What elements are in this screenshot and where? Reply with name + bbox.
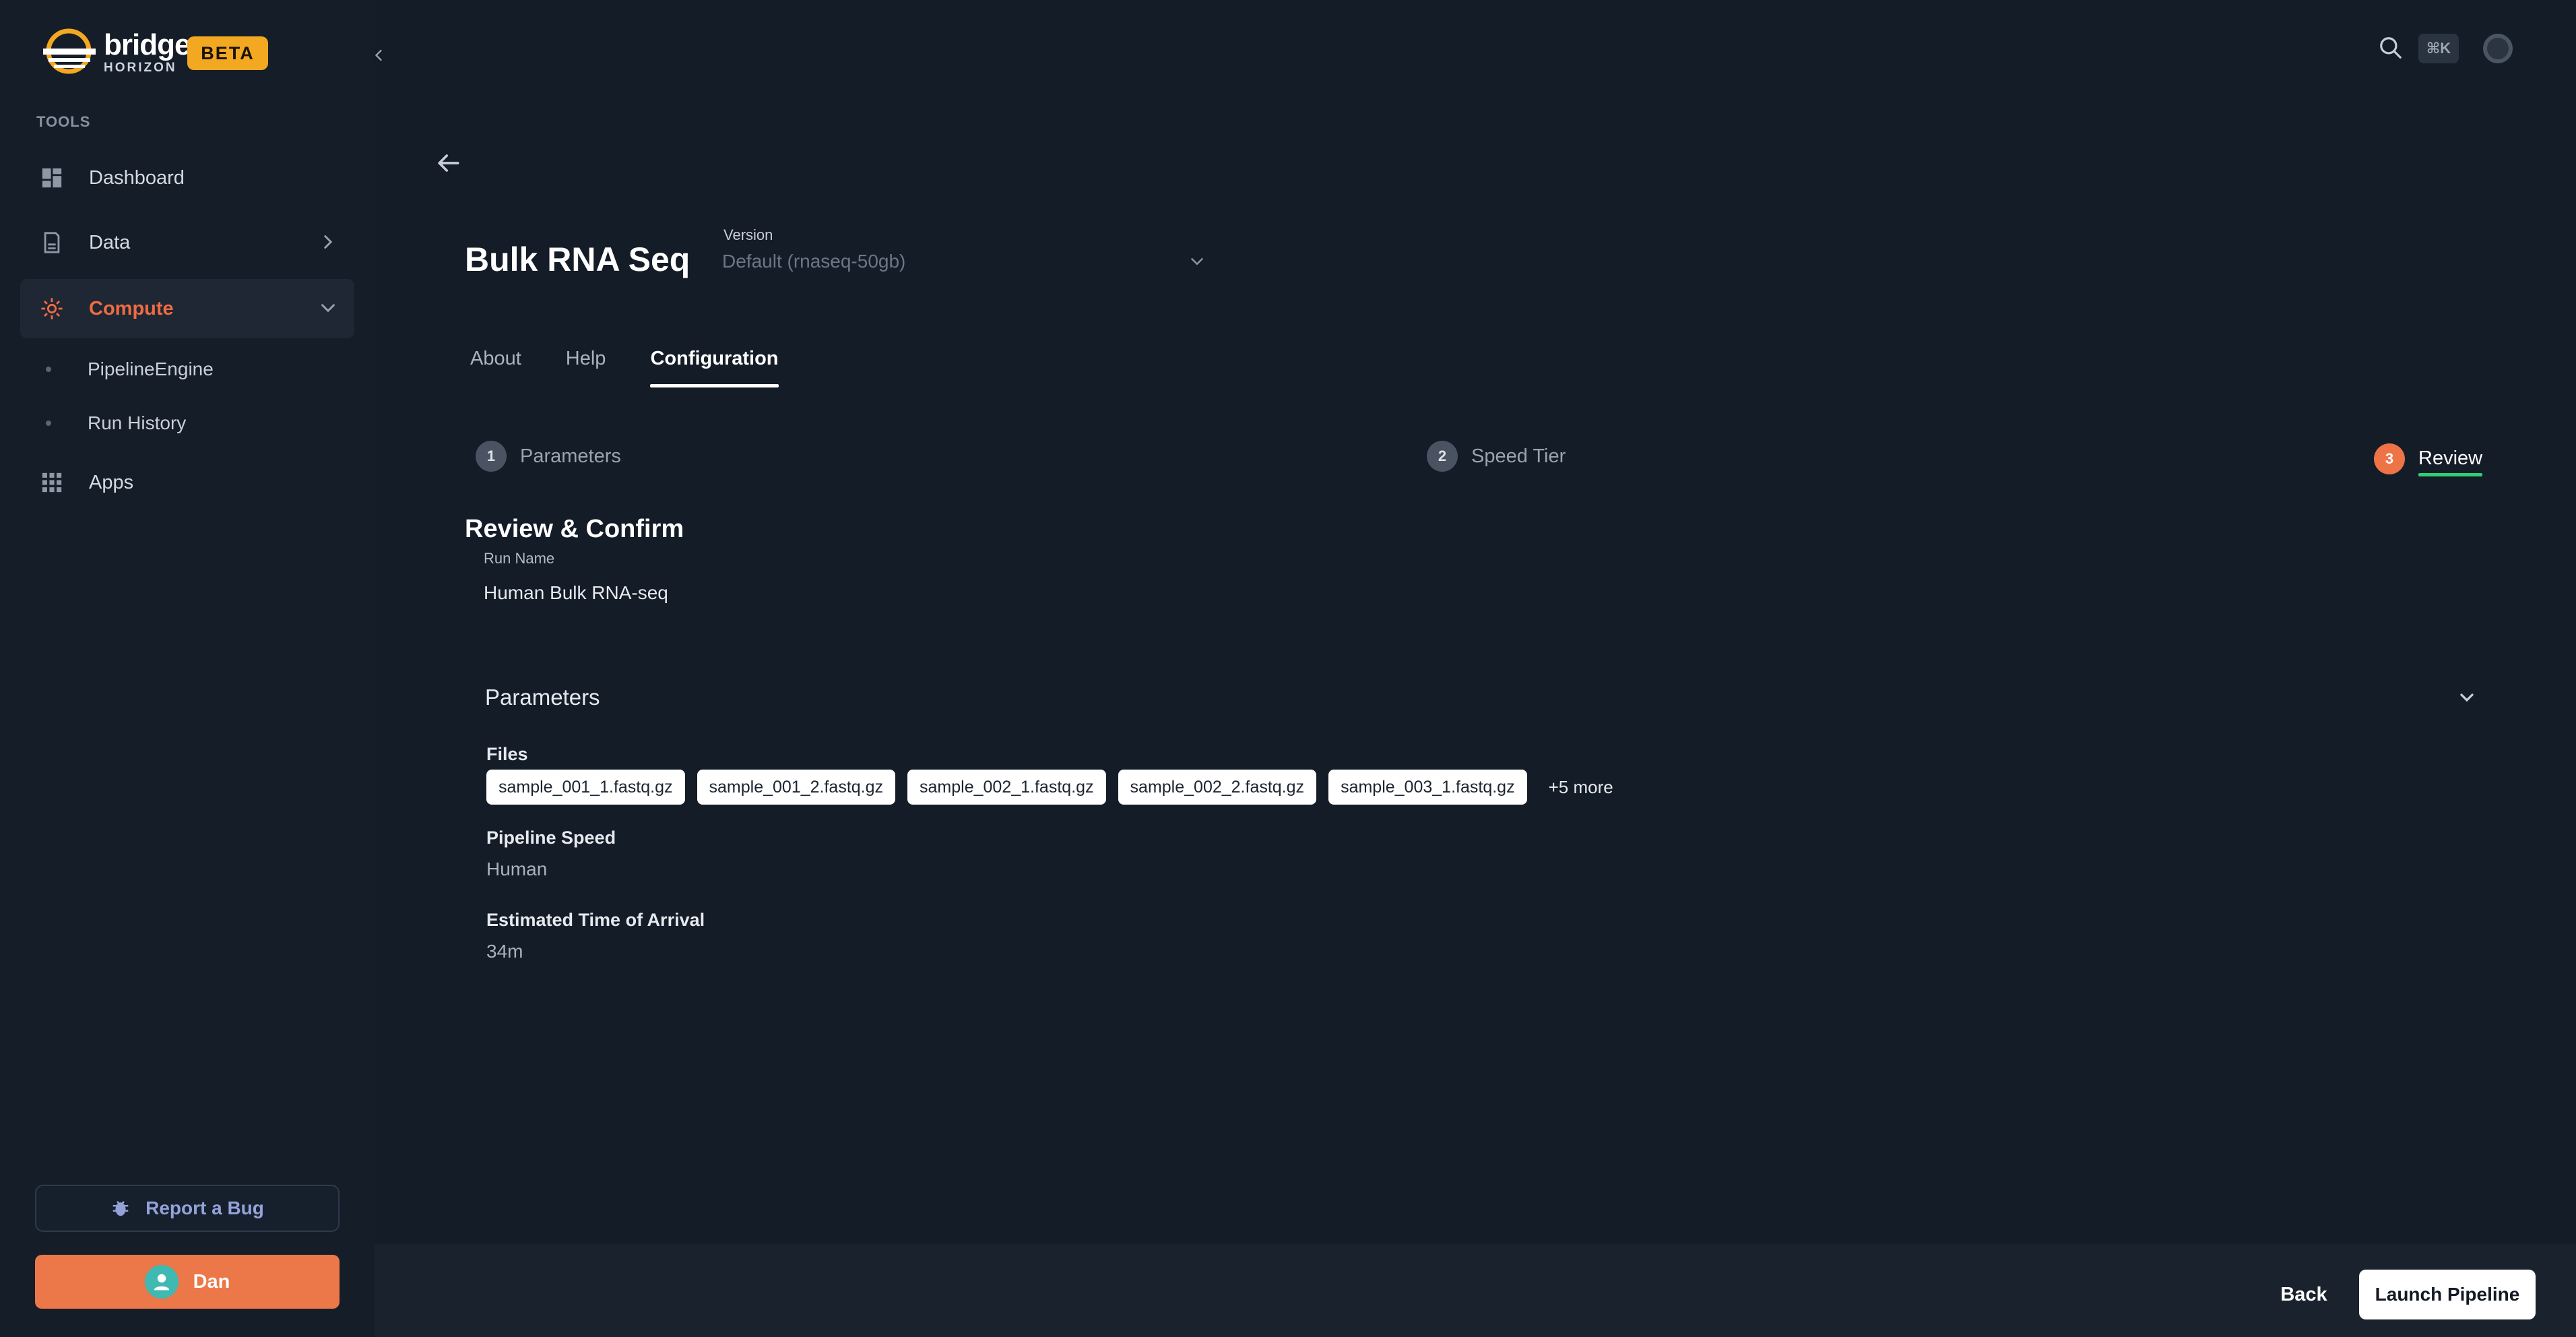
- sidebar-subitem-label: Run History: [88, 412, 187, 433]
- tab-about[interactable]: About: [470, 348, 521, 387]
- bullet-icon: [46, 421, 51, 426]
- files-label: Files: [486, 744, 528, 764]
- sidebar-item-dashboard[interactable]: Dashboard: [20, 148, 354, 208]
- run-name-value: Human Bulk RNA-seq: [484, 582, 668, 603]
- sidebar-item-label: Compute: [89, 297, 174, 319]
- tools-section-label: TOOLS: [36, 113, 91, 130]
- chevron-down-icon: [1187, 251, 1207, 272]
- logo[interactable]: bridge HORIZON: [39, 26, 191, 78]
- app-root: bridge HORIZON BETA TOOLS Dashboard Data: [0, 0, 2576, 1337]
- step-number: 2: [1427, 441, 1458, 472]
- brand-name: bridge: [104, 28, 191, 61]
- chevron-down-icon: [2456, 687, 2478, 708]
- bug-icon: [110, 1198, 131, 1218]
- gear-icon: [40, 297, 63, 320]
- file-chip: sample_002_2.fastq.gz: [1118, 770, 1317, 805]
- step-speed-tier[interactable]: 2 Speed Tier: [1427, 441, 1566, 472]
- step-number: 1: [476, 441, 507, 472]
- parameters-accordion-header[interactable]: Parameters: [485, 682, 2478, 713]
- parameters-title: Parameters: [485, 685, 600, 710]
- file-chip: sample_003_1.fastq.gz: [1328, 770, 1527, 805]
- sidebar-item-label: Data: [89, 231, 131, 253]
- tab-bar: About Help Configuration: [470, 348, 823, 387]
- user-menu-button[interactable]: Dan: [35, 1255, 340, 1309]
- sidebar-item-compute[interactable]: Compute: [20, 279, 354, 338]
- review-title: Review & Confirm: [465, 515, 684, 543]
- file-chip: sample_001_2.fastq.gz: [697, 770, 896, 805]
- file-chip: sample_001_1.fastq.gz: [486, 770, 685, 805]
- step-label: Speed Tier: [1471, 445, 1566, 467]
- action-footer: [375, 1244, 2576, 1337]
- collapse-sidebar-button[interactable]: [369, 42, 388, 69]
- theme-toggle-icon[interactable]: [2483, 34, 2513, 63]
- pipeline-speed-value: Human: [486, 859, 548, 879]
- sidebar-item-apps[interactable]: Apps: [20, 453, 354, 512]
- dashboard-icon: [40, 166, 63, 189]
- sidebar-subitem-pipelineengine[interactable]: PipelineEngine: [46, 349, 214, 390]
- chevron-right-icon: [317, 230, 340, 253]
- files-more-link[interactable]: +5 more: [1549, 777, 1613, 798]
- step-label: Review: [2418, 447, 2483, 476]
- run-name-label: Run Name: [484, 550, 555, 567]
- sidebar-subitem-label: PipelineEngine: [88, 359, 214, 379]
- file-chip: sample_002_1.fastq.gz: [907, 770, 1106, 805]
- sidebar: bridge HORIZON BETA TOOLS Dashboard Data: [0, 0, 382, 1337]
- report-bug-button[interactable]: Report a Bug: [35, 1185, 340, 1232]
- eta-value: 34m: [486, 941, 523, 962]
- bullet-icon: [46, 367, 51, 372]
- sidebar-item-data[interactable]: Data: [20, 213, 354, 272]
- tab-help[interactable]: Help: [566, 348, 606, 387]
- sidebar-subitem-run-history[interactable]: Run History: [46, 403, 186, 443]
- version-label: Version: [723, 226, 773, 243]
- chevron-down-icon: [317, 297, 340, 319]
- grid-icon: [40, 471, 63, 494]
- tab-configuration[interactable]: Configuration: [650, 348, 779, 387]
- page-title: Bulk RNA Seq: [465, 241, 690, 278]
- logo-mark-icon: [39, 26, 100, 78]
- pipeline-speed-label: Pipeline Speed: [486, 828, 616, 848]
- eta-label: Estimated Time of Arrival: [486, 910, 705, 930]
- sidebar-item-label: Dashboard: [89, 166, 185, 189]
- database-icon: [40, 231, 63, 254]
- command-shortcut-badge[interactable]: ⌘K: [2418, 34, 2459, 63]
- version-value: Default (rnaseq-50gb): [722, 251, 906, 272]
- back-button[interactable]: Back: [2277, 1279, 2331, 1310]
- step-number: 3: [2374, 443, 2405, 474]
- search-icon[interactable]: [2378, 35, 2404, 61]
- back-arrow-icon[interactable]: [431, 148, 465, 178]
- avatar: [144, 1265, 179, 1299]
- version-select[interactable]: Default (rnaseq-50gb): [722, 244, 1207, 279]
- brand-subname: HORIZON: [104, 60, 177, 75]
- report-bug-label: Report a Bug: [146, 1198, 264, 1218]
- user-name: Dan: [193, 1270, 230, 1293]
- launch-pipeline-button[interactable]: Launch Pipeline: [2359, 1270, 2536, 1319]
- beta-badge: BETA: [187, 36, 268, 70]
- step-parameters[interactable]: 1 Parameters: [476, 441, 621, 472]
- file-chip-list: sample_001_1.fastq.gz sample_001_2.fastq…: [486, 770, 1613, 805]
- step-label: Parameters: [520, 445, 621, 467]
- sidebar-item-label: Apps: [89, 471, 134, 493]
- step-review[interactable]: 3 Review: [2374, 441, 2483, 476]
